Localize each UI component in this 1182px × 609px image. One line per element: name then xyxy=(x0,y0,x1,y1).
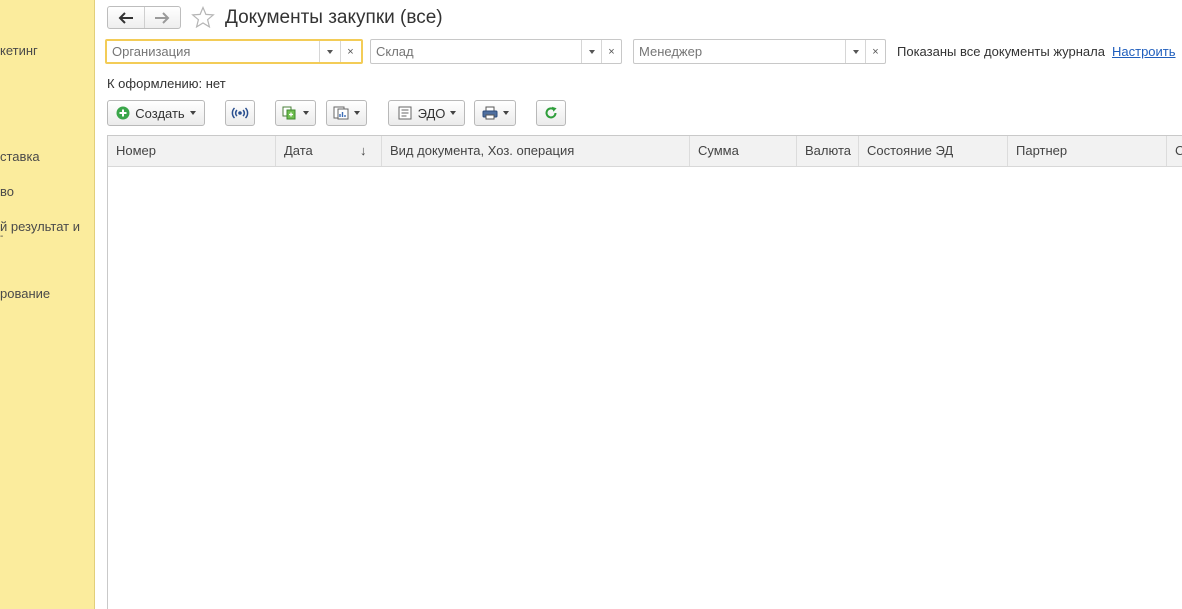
chevron-down-icon xyxy=(450,111,457,115)
column-header-next[interactable]: С xyxy=(1167,136,1182,166)
sidebar-item-financial-result-cont: - xyxy=(0,231,4,242)
manager-input[interactable] xyxy=(634,40,845,63)
configure-link[interactable]: Настроить xyxy=(1112,44,1176,59)
column-header-number[interactable]: Номер xyxy=(108,136,276,166)
organization-dropdown-button[interactable] xyxy=(319,41,339,62)
report-icon xyxy=(333,106,349,120)
back-button[interactable] xyxy=(108,7,144,28)
sort-descending-icon: ↓ xyxy=(360,143,367,158)
warehouse-input[interactable] xyxy=(371,40,581,63)
sections-panel: кетинг ставка во й результат и - рование xyxy=(0,0,95,609)
column-header-currency[interactable]: Валюта xyxy=(797,136,859,166)
chevron-down-icon xyxy=(852,49,859,54)
column-header-doc-type[interactable]: Вид документа, Хоз. операция xyxy=(382,136,690,166)
column-header-edo-state[interactable]: Состояние ЭД xyxy=(859,136,1008,166)
pending-status-text: К оформлению: нет xyxy=(107,76,226,91)
journal-status-text: Показаны все документы журнала xyxy=(897,44,1105,59)
plus-circle-icon xyxy=(116,106,130,120)
exchange-button[interactable] xyxy=(225,100,255,126)
print-button[interactable] xyxy=(474,100,516,126)
refresh-icon xyxy=(545,106,557,119)
chevron-down-icon xyxy=(303,111,309,115)
sidebar-item-administration[interactable]: рование xyxy=(0,286,94,301)
warehouse-filter: × xyxy=(370,39,622,64)
arrow-right-icon xyxy=(155,11,170,24)
sidebar-item-marketing[interactable]: кетинг xyxy=(0,43,94,58)
chevron-down-icon xyxy=(189,111,196,115)
column-header-partner[interactable]: Партнер xyxy=(1008,136,1167,166)
column-header-amount[interactable]: Сумма xyxy=(690,136,797,166)
chevron-down-icon xyxy=(326,49,333,54)
sidebar-item-supply[interactable]: ставка xyxy=(0,149,94,164)
printer-icon xyxy=(482,106,497,120)
warehouse-dropdown-button[interactable] xyxy=(581,40,601,63)
arrow-left-icon xyxy=(118,11,133,24)
chevron-down-icon xyxy=(588,49,595,54)
create-based-on-button[interactable] xyxy=(275,100,316,126)
reports-button[interactable] xyxy=(326,100,367,126)
favorite-star-icon[interactable] xyxy=(191,6,215,28)
table-header: Номер Дата ↓ Вид документа, Хоз. операци… xyxy=(108,136,1182,167)
edo-button[interactable]: ЭДО xyxy=(388,100,465,126)
organization-input[interactable] xyxy=(107,41,319,62)
organization-clear-button[interactable]: × xyxy=(340,41,360,62)
warehouse-clear-button[interactable]: × xyxy=(601,40,621,63)
organization-filter: × xyxy=(105,39,363,64)
manager-clear-button[interactable]: × xyxy=(865,40,885,63)
chevron-down-icon xyxy=(354,111,360,115)
manager-filter: × xyxy=(633,39,886,64)
sidebar-item-production[interactable]: во xyxy=(0,184,94,199)
close-icon: × xyxy=(608,45,615,58)
close-icon: × xyxy=(872,45,879,58)
table-body xyxy=(108,167,1182,609)
page-title: Документы закупки (все) xyxy=(225,7,443,28)
history-nav xyxy=(107,6,181,29)
edo-button-label: ЭДО xyxy=(417,105,446,121)
create-button[interactable]: Создать xyxy=(107,100,205,126)
signal-broadcast-icon xyxy=(231,107,249,119)
forward-button[interactable] xyxy=(143,7,180,28)
edo-document-icon xyxy=(398,106,412,120)
create-based-on-icon xyxy=(282,106,296,120)
create-button-label: Создать xyxy=(135,105,185,121)
chevron-down-icon xyxy=(502,111,509,115)
close-icon: × xyxy=(347,45,354,58)
refresh-button[interactable] xyxy=(536,100,566,126)
manager-dropdown-button[interactable] xyxy=(845,40,865,63)
documents-table[interactable]: Номер Дата ↓ Вид документа, Хоз. операци… xyxy=(107,135,1182,609)
